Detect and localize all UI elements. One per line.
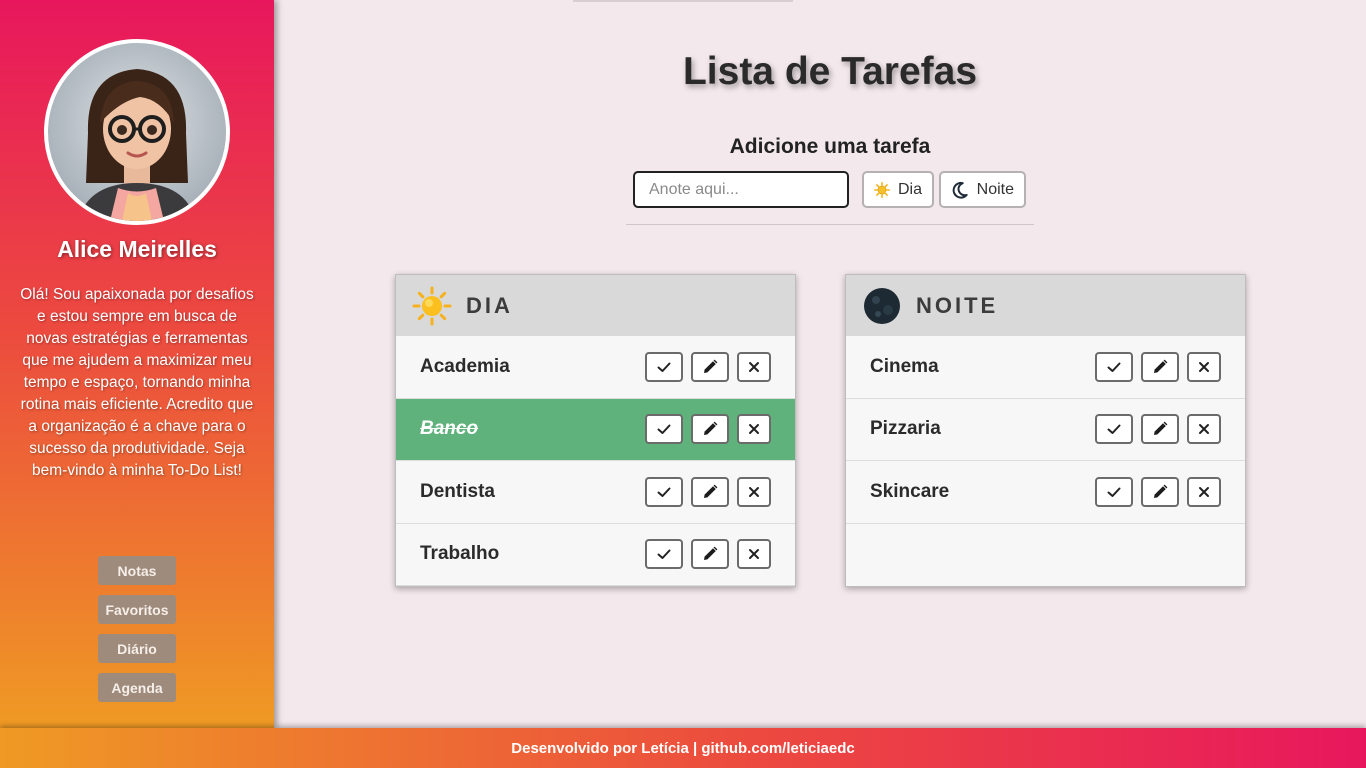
day-list-title: DIA	[466, 292, 513, 318]
page-title: Lista de Tarefas	[682, 50, 978, 93]
task-row: Banco	[396, 398, 795, 461]
task-row: Cinema	[846, 336, 1245, 399]
pencil-icon	[704, 546, 718, 561]
task-text: Cinema	[870, 355, 939, 377]
add-day-label: Dia	[897, 180, 922, 198]
night-task-list: NOITE Cinema Pizzaria Skincare	[845, 274, 1246, 587]
complete-task-button[interactable]	[645, 351, 683, 382]
task-actions	[1095, 414, 1221, 445]
edit-task-button[interactable]	[691, 476, 729, 507]
delete-task-button[interactable]	[737, 476, 771, 507]
delete-task-button[interactable]	[1187, 476, 1221, 507]
nav-agenda-button[interactable]: Agenda	[98, 673, 176, 702]
pencil-icon	[704, 359, 718, 373]
task-actions	[645, 476, 771, 507]
delete-task-button[interactable]	[737, 351, 771, 382]
task-text: Banco	[420, 418, 479, 440]
check-icon	[1107, 362, 1121, 372]
edit-task-button[interactable]	[1141, 476, 1179, 507]
close-icon	[1199, 361, 1209, 372]
delete-task-button[interactable]	[737, 539, 771, 570]
task-row: Trabalho	[396, 524, 795, 586]
check-icon	[657, 487, 671, 497]
edit-task-button[interactable]	[691, 414, 729, 445]
complete-task-button[interactable]	[1095, 414, 1133, 445]
sidebar-nav: Notas Favoritos Diário Agenda	[98, 556, 176, 702]
day-task-list: DIA Academia Banco Dentista Trabalho	[395, 274, 796, 587]
pencil-icon	[1154, 484, 1168, 498]
pencil-icon	[1154, 421, 1168, 436]
close-icon	[749, 549, 759, 560]
night-task-rows: Cinema Pizzaria Skincare	[846, 336, 1245, 524]
task-text: Academia	[420, 355, 510, 377]
close-icon	[749, 424, 759, 435]
task-text: Skincare	[870, 480, 950, 502]
task-row: Skincare	[846, 461, 1245, 524]
footer-text: Desenvolvido por Letícia | github.com/le…	[511, 739, 855, 757]
footer: Desenvolvido por Letícia | github.com/le…	[0, 728, 1366, 768]
task-row: Pizzaria	[846, 399, 1245, 461]
sun-icon	[412, 286, 452, 325]
avatar	[44, 39, 230, 225]
edit-task-button[interactable]	[1141, 351, 1179, 382]
check-icon	[657, 362, 671, 372]
pencil-icon	[1154, 359, 1168, 373]
complete-task-button[interactable]	[645, 476, 683, 507]
delete-task-button[interactable]	[737, 414, 771, 445]
delete-task-button[interactable]	[1187, 414, 1221, 445]
complete-task-button[interactable]	[1095, 351, 1133, 382]
check-icon	[657, 549, 671, 560]
moon-icon	[864, 287, 900, 324]
close-icon	[1199, 486, 1209, 497]
task-actions	[645, 539, 771, 570]
task-actions	[645, 351, 771, 382]
sun-icon	[874, 181, 890, 198]
task-row: Dentista	[396, 461, 795, 524]
nav-diario-button[interactable]: Diário	[98, 634, 176, 663]
add-night-button[interactable]: Noite	[939, 171, 1026, 208]
close-icon	[1199, 424, 1209, 435]
task-text: Dentista	[420, 480, 495, 502]
task-text: Trabalho	[420, 543, 500, 565]
check-icon	[657, 424, 671, 435]
complete-task-button[interactable]	[1095, 476, 1133, 507]
task-text: Pizzaria	[870, 418, 941, 440]
edit-task-button[interactable]	[691, 351, 729, 382]
header-divider	[626, 224, 1034, 225]
night-list-header: NOITE	[846, 275, 1245, 336]
close-icon	[749, 361, 759, 372]
close-icon	[749, 486, 759, 497]
task-actions	[1095, 351, 1221, 382]
check-icon	[1107, 487, 1121, 497]
complete-task-button[interactable]	[645, 414, 683, 445]
task-input[interactable]	[633, 171, 849, 208]
task-row: Academia	[396, 336, 795, 399]
check-icon	[1107, 424, 1121, 435]
pencil-icon	[704, 484, 718, 498]
edit-task-button[interactable]	[691, 539, 729, 570]
complete-task-button[interactable]	[645, 539, 683, 570]
nav-favoritos-button[interactable]: Favoritos	[98, 595, 176, 624]
add-night-label: Noite	[976, 180, 1014, 198]
avatar-illustration	[78, 69, 196, 221]
moon-icon	[952, 181, 968, 199]
profile-bio: Olá! Sou apaixonada por desafios e estou…	[20, 286, 254, 479]
add-task-label: Adicione uma tarefa	[729, 135, 931, 158]
task-actions	[1095, 476, 1221, 507]
profile-name: Alice Meirelles	[57, 236, 217, 262]
delete-task-button[interactable]	[1187, 351, 1221, 382]
profile-sidebar: Alice Meirelles Olá! Sou apaixonada por …	[0, 0, 274, 728]
night-list-title: NOITE	[916, 292, 999, 318]
day-list-header: DIA	[396, 275, 795, 336]
add-day-button[interactable]: Dia	[862, 171, 934, 208]
pencil-icon	[704, 421, 718, 436]
day-task-rows: Academia Banco Dentista Trabalho	[396, 336, 795, 586]
edit-task-button[interactable]	[1141, 414, 1179, 445]
task-actions	[645, 414, 771, 445]
top-divider	[573, 0, 793, 2]
nav-notas-button[interactable]: Notas	[98, 556, 176, 585]
